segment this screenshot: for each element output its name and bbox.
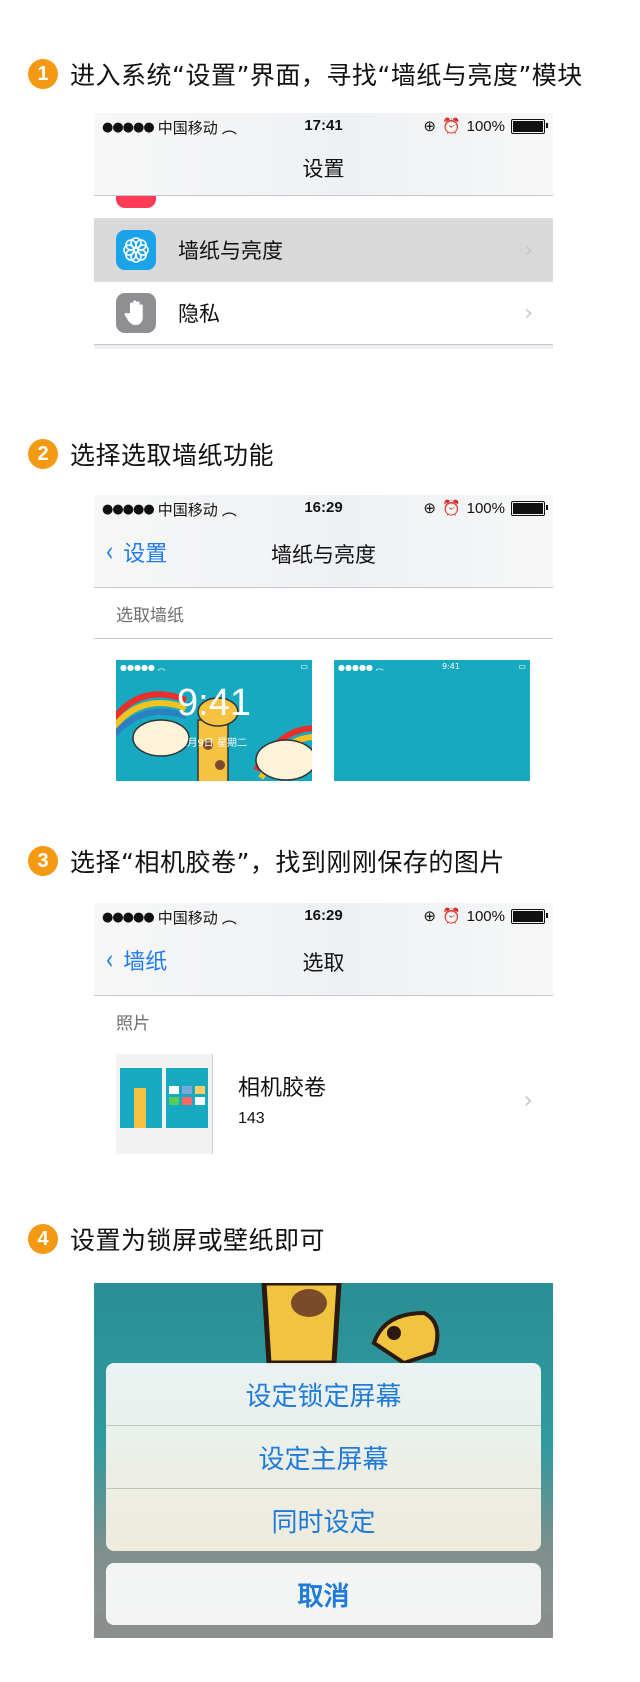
- step-number: 4: [28, 1224, 58, 1254]
- hand-icon: [116, 293, 156, 333]
- row-label: 隐私: [178, 302, 220, 326]
- set-lock-screen-button[interactable]: 设定锁定屏幕: [106, 1363, 541, 1426]
- rotation-lock-icon: ⊕: [423, 500, 436, 517]
- lock-time: 9:41: [177, 682, 251, 724]
- album-count: 143: [238, 1110, 265, 1127]
- row-label: 墙纸与亮度: [178, 239, 283, 263]
- list-item-partial[interactable]: [94, 196, 553, 218]
- battery-percent: 100%: [466, 907, 505, 925]
- step-text: 进入系统“设置”界面，寻找“墙纸与亮度”模块: [70, 61, 583, 90]
- step-4-heading: 4 设置为锁屏或壁纸即可: [28, 1221, 325, 1257]
- battery-icon: [511, 908, 548, 924]
- home-time: 9:41: [441, 662, 460, 671]
- alarm-icon: ⏰: [441, 908, 461, 925]
- flower-icon: [116, 230, 156, 270]
- page-title: 设置: [302, 157, 345, 181]
- lock-date: 1月9日 星期二: [181, 738, 247, 749]
- chevron-right-icon: ›: [524, 237, 533, 263]
- step-number: 2: [28, 439, 58, 469]
- step-1-heading: 1 进入系统“设置”界面，寻找“墙纸与亮度”模块: [28, 56, 583, 92]
- chevron-right-icon: ›: [524, 300, 533, 326]
- nav-bar: ●●●●● 中国移动 ︵ 16:29 ⊕ ⏰ 100% ‹ 墙纸 选取: [94, 903, 553, 996]
- battery-icon: [511, 118, 548, 134]
- set-both-button[interactable]: 同时设定: [106, 1489, 541, 1551]
- section-header: 照片: [116, 1013, 150, 1034]
- lock-screen-preview[interactable]: ●●●●● ︵ ▭ 9:41 1月9日 星期二: [116, 660, 312, 781]
- alarm-icon: ⏰: [441, 118, 461, 135]
- rotation-lock-icon: ⊕: [423, 908, 436, 925]
- album-picker-screen: ●●●●● 中国移动 ︵ 16:29 ⊕ ⏰ 100% ‹ 墙纸 选取 照片 相机胶卷 1…: [94, 903, 553, 1159]
- status-bar: ●●●●● 中国移动 ︵ 17:41 ⊕ ⏰ 100%: [102, 117, 548, 137]
- set-home-screen-button[interactable]: 设定主屏幕: [106, 1426, 541, 1489]
- nav-bar: ●●●●● 中国移动 ︵ 16:29 ⊕ ⏰ 100% ‹ 设置 墙纸与亮度: [94, 495, 553, 588]
- step-2-heading: 2 选择选取墙纸功能: [28, 436, 274, 472]
- wallpaper-previews: ●●●●● ︵ ▭ 9:41 1月9日 星期二 ●●●●● ︵ 9:41 ▭: [94, 639, 553, 781]
- battery-icon: [511, 500, 548, 516]
- app-icon: [116, 196, 156, 208]
- battery-percent: 100%: [466, 499, 505, 517]
- album-name: 相机胶卷: [238, 1076, 327, 1101]
- step-text: 设置为锁屏或壁纸即可: [70, 1226, 326, 1255]
- alarm-icon: ⏰: [441, 500, 461, 517]
- status-bar: ●●●●● 中国移动 ︵ 16:29 ⊕ ⏰ 100%: [102, 499, 548, 519]
- rotation-lock-icon: ⊕: [423, 118, 436, 135]
- step-number: 1: [28, 59, 58, 89]
- battery-percent: 100%: [466, 117, 505, 135]
- page-title: 选取: [302, 951, 345, 975]
- settings-row-wallpaper[interactable]: 墙纸与亮度 ›: [94, 218, 553, 281]
- nav-bar: ●●●●● 中国移动 ︵ 17:41 ⊕ ⏰ 100% 设置: [94, 113, 553, 196]
- status-bar: ●●●●● 中国移动 ︵ 16:29 ⊕ ⏰ 100%: [102, 907, 548, 927]
- action-sheet: 设定锁定屏幕 设定主屏幕 同时设定: [106, 1363, 541, 1551]
- step-text: 选择选取墙纸功能: [70, 441, 275, 470]
- album-row-camera-roll[interactable]: 相机胶卷 143 ›: [94, 1046, 553, 1159]
- step-3-heading: 3 选择“相机胶卷”，找到刚刚保存的图片: [28, 843, 505, 879]
- chevron-right-icon: ›: [523, 1086, 533, 1114]
- section-header: 选取墙纸: [94, 588, 553, 639]
- page-title: 墙纸与亮度: [271, 543, 376, 567]
- home-screen-preview[interactable]: ●●●●● ︵ 9:41 ▭: [334, 660, 530, 781]
- settings-row-privacy[interactable]: 隐私 ›: [94, 281, 553, 345]
- cancel-button[interactable]: 取消: [106, 1563, 541, 1625]
- step-number: 3: [28, 846, 58, 876]
- set-wallpaper-screen: 设定锁定屏幕 设定主屏幕 同时设定 取消: [94, 1283, 553, 1638]
- album-thumbnail: [116, 1054, 213, 1154]
- wallpaper-brightness-screen: ●●●●● 中国移动 ︵ 16:29 ⊕ ⏰ 100% ‹ 设置 墙纸与亮度 选取墙纸 ●…: [94, 495, 553, 781]
- settings-screen: ●●●●● 中国移动 ︵ 17:41 ⊕ ⏰ 100% 设置 墙纸与亮度 › 隐私 ›: [94, 113, 553, 349]
- step-text: 选择“相机胶卷”，找到刚刚保存的图片: [70, 848, 505, 877]
